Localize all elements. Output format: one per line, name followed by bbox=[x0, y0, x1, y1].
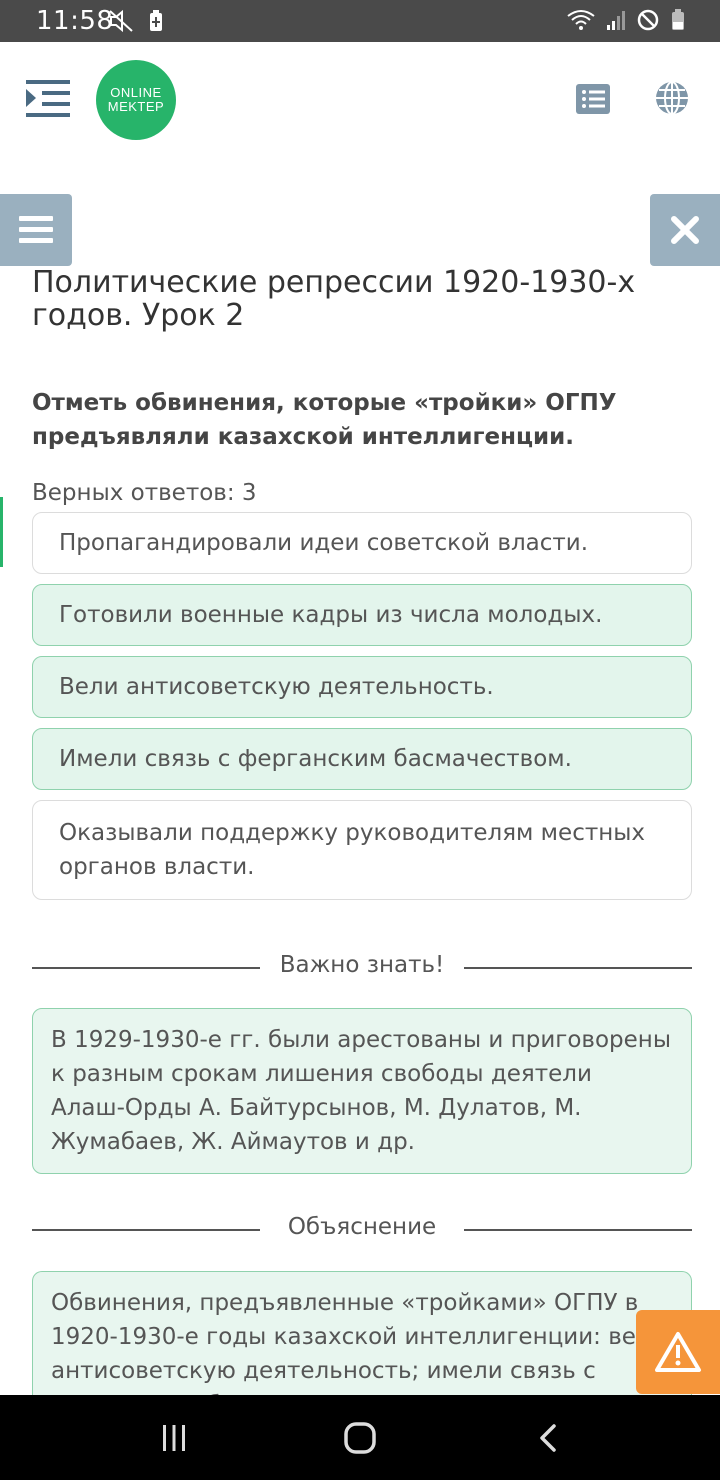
home-icon[interactable] bbox=[340, 1420, 380, 1456]
close-icon bbox=[671, 216, 699, 244]
side-menu-button[interactable] bbox=[0, 194, 72, 266]
important-text: В 1929-1930-е гг. были арестованы и приг… bbox=[51, 1027, 672, 1155]
important-heading: Важно знать! bbox=[279, 952, 445, 978]
answer-count: Верных ответов: 3 bbox=[32, 480, 257, 506]
wifi-icon bbox=[566, 8, 596, 37]
explanation-divider: Объяснение bbox=[32, 1214, 692, 1244]
list-icon[interactable] bbox=[576, 82, 612, 116]
logo-line2: MEKTEP bbox=[107, 99, 165, 114]
dnd-icon bbox=[636, 8, 660, 37]
explanation-text: Обвинения, предъявленные «тройками» ОГПУ… bbox=[51, 1290, 666, 1395]
important-box: В 1929-1930-е гг. были арестованы и приг… bbox=[32, 1008, 692, 1174]
answer-option-selected[interactable]: Готовили военные кадры из числа молодых. bbox=[32, 584, 692, 646]
battery-icon bbox=[670, 8, 686, 37]
status-bar: 11:58 bbox=[0, 0, 720, 42]
question-text: Отметь обвинения, которые «тройки» ОГПУ … bbox=[32, 390, 617, 450]
logo-line1: ONLINE bbox=[110, 85, 162, 100]
globe-icon[interactable] bbox=[654, 80, 690, 116]
answer-options: Пропагандировали идеи советской власти. … bbox=[32, 512, 692, 910]
progress-marker bbox=[0, 497, 3, 567]
system-nav-bar bbox=[0, 1395, 720, 1480]
important-divider: Важно знать! bbox=[32, 952, 692, 982]
hamburger-icon bbox=[19, 216, 53, 243]
signal-icon bbox=[606, 9, 626, 36]
answer-option[interactable]: Оказывали поддержку руководителям местны… bbox=[32, 800, 692, 900]
menu-toggle-icon[interactable] bbox=[26, 78, 72, 120]
mute-icon bbox=[108, 9, 134, 38]
answer-option-selected[interactable]: Имели связь с ферганским басмачеством. bbox=[32, 728, 692, 790]
warning-icon bbox=[655, 1332, 701, 1372]
explanation-heading: Объяснение bbox=[287, 1214, 437, 1240]
lesson-title: Политические репрессии 1920-1930-х годов… bbox=[32, 265, 636, 333]
app-header: ONLINE MEKTEP bbox=[0, 42, 720, 158]
status-time: 11:58 bbox=[36, 6, 114, 36]
back-icon[interactable] bbox=[528, 1420, 568, 1456]
answer-option[interactable]: Пропагандировали идеи советской власти. bbox=[32, 512, 692, 574]
close-button[interactable] bbox=[650, 194, 720, 266]
battery-saver-icon bbox=[148, 9, 164, 38]
explanation-box: Обвинения, предъявленные «тройками» ОГПУ… bbox=[32, 1271, 692, 1395]
online-mektep-logo[interactable]: ONLINE MEKTEP bbox=[96, 60, 176, 140]
answer-option-selected[interactable]: Вели антисоветскую деятельность. bbox=[32, 656, 692, 718]
recent-apps-icon[interactable] bbox=[154, 1420, 194, 1456]
report-error-button[interactable] bbox=[636, 1310, 720, 1394]
